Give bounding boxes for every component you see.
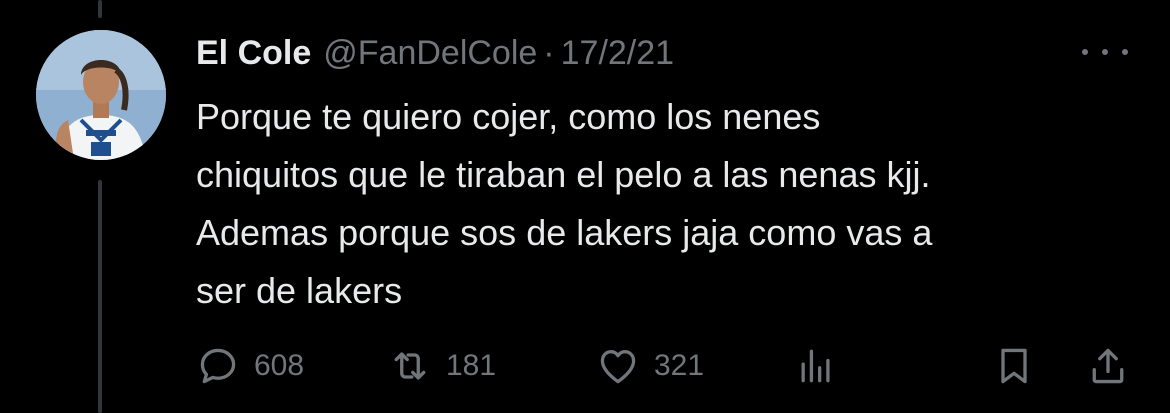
more-dot — [1102, 49, 1108, 55]
tweet-text: Porque te quiero cojer, como los nenes c… — [196, 88, 1136, 320]
share-button[interactable] — [1086, 338, 1130, 394]
retweet-count: 181 — [446, 349, 497, 382]
heart-icon — [600, 350, 636, 384]
retweet-icon — [394, 352, 426, 380]
tweet-text-line: Ademas porque sos de lakers jaja como va… — [196, 212, 933, 253]
thread-line-bottom — [98, 180, 102, 413]
like-button[interactable]: 321 — [596, 338, 704, 394]
author-handle[interactable]: @FanDelCole — [323, 34, 537, 73]
bookmark-button[interactable] — [992, 338, 1036, 394]
like-count: 321 — [654, 349, 705, 382]
more-options-button[interactable] — [1082, 40, 1128, 64]
retweet-button[interactable]: 181 — [388, 338, 496, 394]
tweet-date[interactable]: 17/2/21 — [561, 34, 674, 73]
avatar-image — [36, 30, 166, 160]
share-icon — [1092, 348, 1124, 384]
more-dot — [1122, 49, 1128, 55]
more-dot — [1082, 49, 1088, 55]
avatar[interactable] — [36, 30, 166, 160]
thread-line-top — [98, 0, 102, 18]
tweet-text-line: ser de lakers — [196, 270, 403, 311]
reply-count: 608 — [254, 349, 305, 382]
tweet-header: El Cole @FanDelCole · 17/2/21 — [196, 28, 674, 78]
tweet-text-line: chiquitos que le tiraban el pelo a las n… — [196, 154, 931, 195]
analytics-icon — [801, 349, 830, 383]
author-name[interactable]: El Cole — [196, 34, 311, 73]
action-bar: 608 181 321 — [196, 338, 1136, 394]
tweet-text-line: Porque te quiero cojer, como los nenes — [196, 96, 821, 137]
reply-icon — [200, 348, 236, 384]
separator-dot: · — [543, 33, 555, 72]
bookmark-icon — [1001, 348, 1027, 384]
reply-button[interactable]: 608 — [196, 338, 304, 394]
views-button[interactable] — [794, 338, 838, 394]
